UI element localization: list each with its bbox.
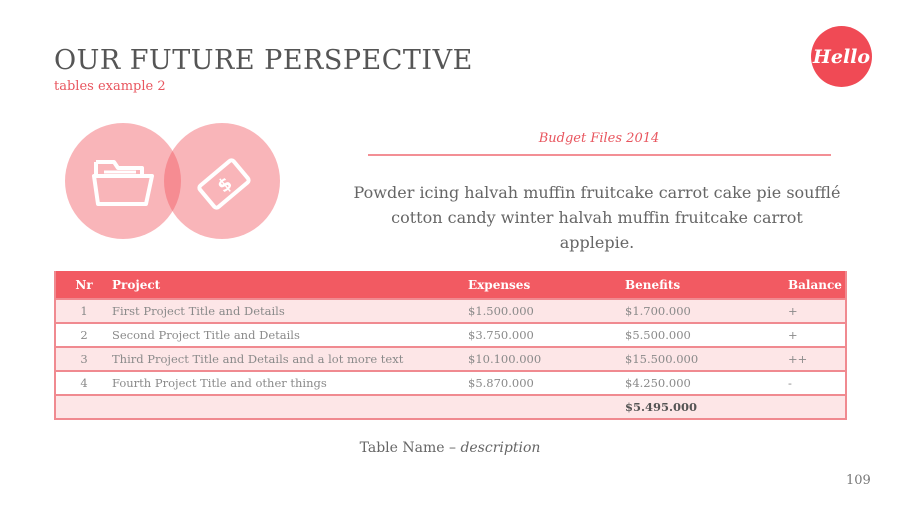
cell-benefits: $15.500.000 (625, 346, 788, 371)
slide-subtitle: tables example 2 (54, 79, 166, 94)
header-nr: Nr (55, 271, 112, 299)
cell-benefits: $4.250.000 (625, 370, 788, 395)
budget-heading: Budget Files 2014 (538, 131, 660, 146)
cell-benefits: $1.700.000 (625, 298, 788, 323)
cell-nr: 1 (55, 298, 112, 323)
cell-benefits: $5.500.000 (625, 322, 788, 347)
description-paragraph: Powder icing halvah muffin fruitcake car… (353, 183, 841, 252)
folder-icon (92, 160, 154, 206)
cell-balance: + (788, 298, 846, 323)
cell-expenses: $5.870.000 (468, 370, 625, 395)
caption-name: Table Name – (359, 440, 461, 456)
header-benefits: Benefits (625, 271, 788, 299)
cell-nr: 2 (55, 322, 112, 347)
cell-empty (55, 394, 112, 420)
header-project: Project (112, 271, 468, 299)
cell-empty (112, 394, 468, 420)
table-total-row: $5.495.000 (55, 394, 846, 420)
cell-expenses: $1.500.000 (468, 298, 625, 323)
page-number: 109 (846, 473, 871, 488)
cell-expenses: $10.100.000 (468, 346, 625, 371)
table-caption: Table Name – description (0, 440, 900, 456)
header-balance: Balance (788, 271, 846, 299)
cell-empty (468, 394, 625, 420)
table-row: 3 Third Project Title and Details and a … (55, 346, 846, 371)
divider (368, 154, 831, 156)
budget-table: Nr Project Expenses Benefits Balance 1 F… (54, 271, 847, 420)
cell-empty (788, 394, 846, 420)
header-expenses: Expenses (468, 271, 625, 299)
cell-project: First Project Title and Details (112, 298, 468, 323)
cell-balance: - (788, 370, 846, 395)
money-bill-icon: $ (197, 158, 251, 210)
slide-title: OUR FUTURE PERSPECTIVE (54, 45, 473, 76)
cell-nr: 4 (55, 370, 112, 395)
table-row: 1 First Project Title and Details $1.500… (55, 298, 846, 323)
cell-project: Second Project Title and Details (112, 322, 468, 347)
table-header-row: Nr Project Expenses Benefits Balance (55, 271, 846, 299)
cell-balance: + (788, 322, 846, 347)
cell-balance: ++ (788, 346, 846, 371)
table-row: 2 Second Project Title and Details $3.75… (55, 322, 846, 347)
cell-nr: 3 (55, 346, 112, 371)
cell-project: Third Project Title and Details and a lo… (112, 346, 468, 371)
cell-project: Fourth Project Title and other things (112, 370, 468, 395)
caption-description: description (460, 440, 541, 456)
hello-badge: Hello (811, 26, 872, 87)
cell-expenses: $3.750.000 (468, 322, 625, 347)
total-value: $5.495.000 (625, 394, 788, 420)
table-row: 4 Fourth Project Title and other things … (55, 370, 846, 395)
